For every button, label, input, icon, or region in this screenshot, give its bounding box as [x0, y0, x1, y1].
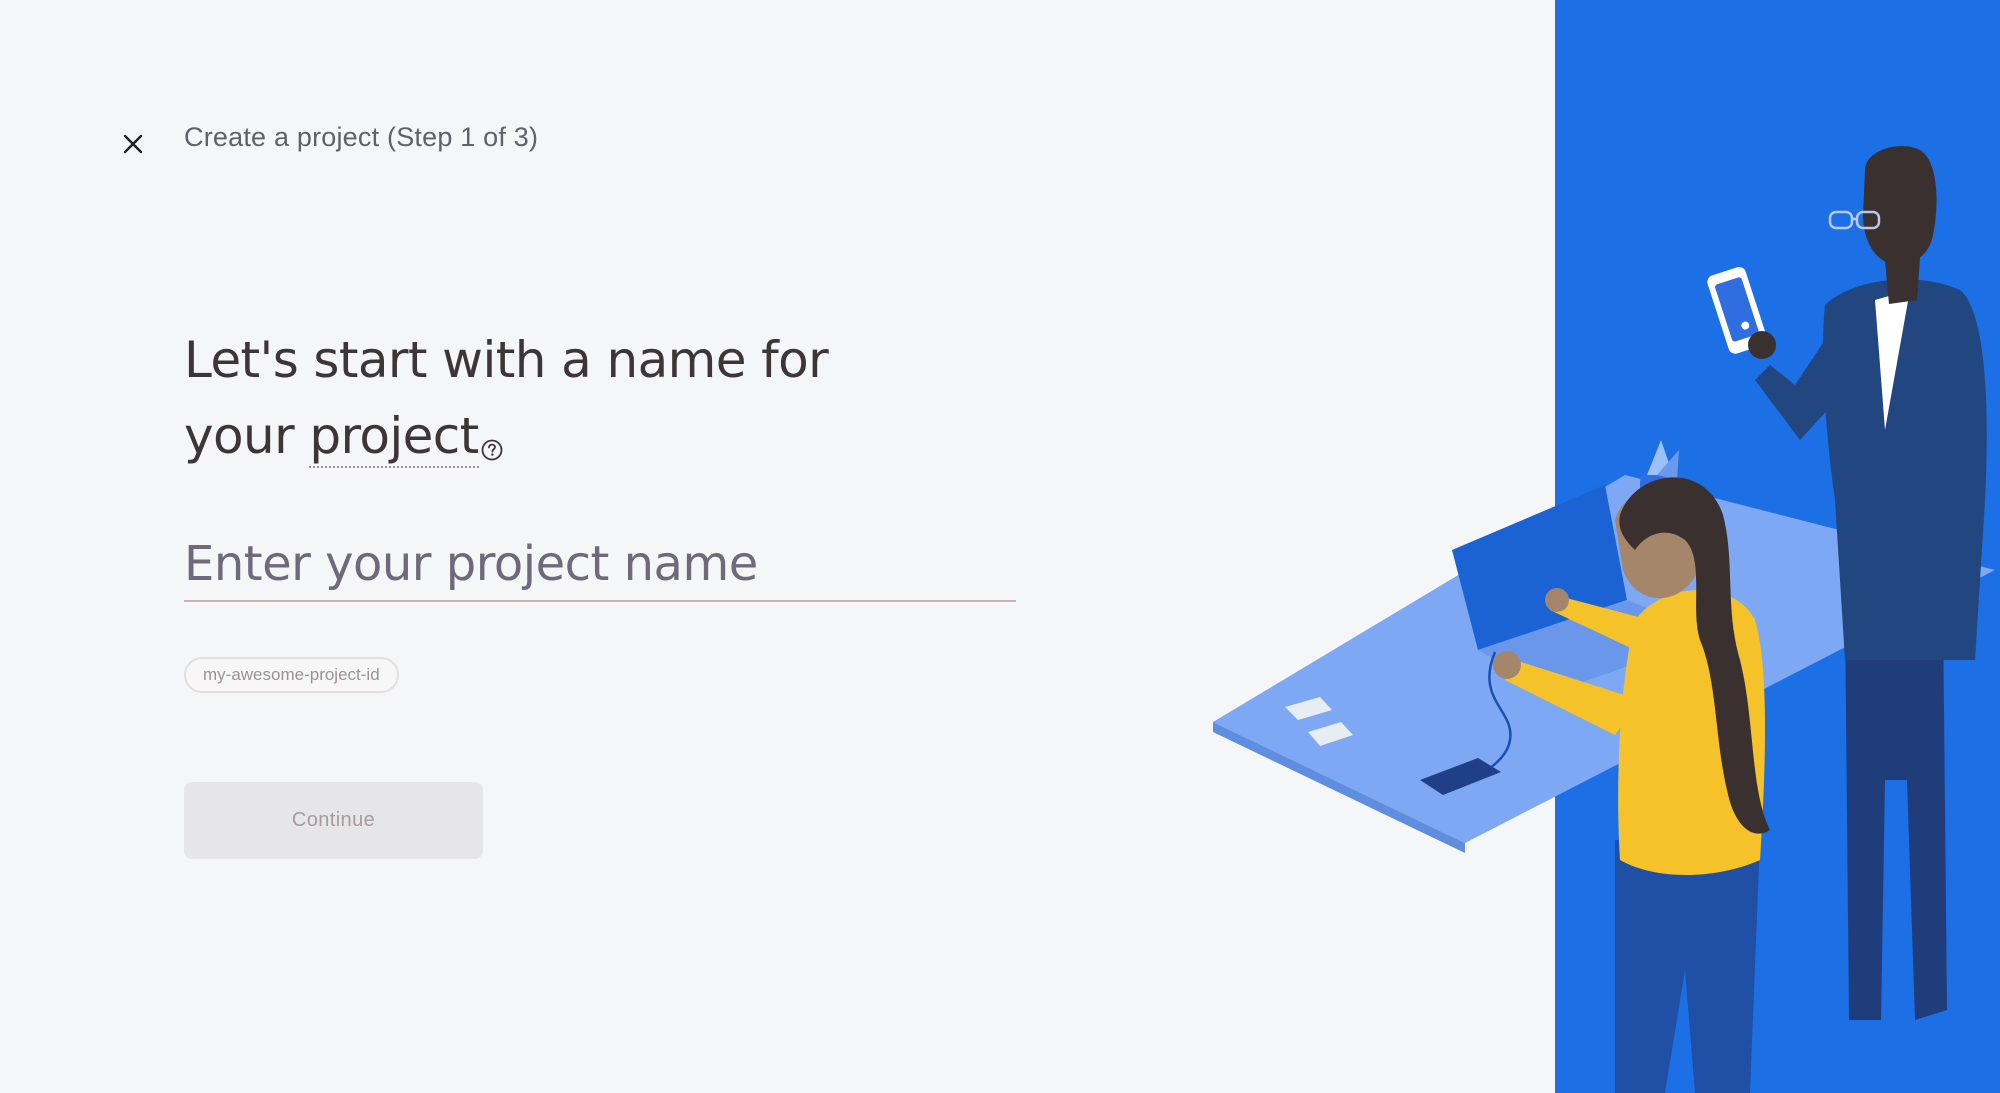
close-icon [123, 134, 143, 154]
create-project-page: Create a project (Step 1 of 3) Let's sta… [0, 0, 2000, 1093]
close-button[interactable] [113, 124, 153, 164]
step-title: Create a project (Step 1 of 3) [184, 122, 539, 152]
page-heading: Let's start with a name for your project [184, 322, 904, 482]
help-circle-icon [481, 439, 503, 461]
heading-line-2-prefix: your [184, 407, 310, 465]
man-torso [1823, 279, 1987, 660]
project-name-input[interactable] [184, 528, 1016, 602]
man-legs [1845, 610, 1947, 1020]
man-neck [1885, 258, 1920, 304]
heading-line-1: Let's start with a name for [184, 331, 829, 389]
continue-button[interactable]: Continue [184, 782, 483, 859]
people-at-desk-illustration [1213, 146, 1995, 1093]
project-id-chip[interactable]: my-awesome-project-id [184, 657, 399, 693]
help-button[interactable] [481, 406, 503, 482]
project-term-link[interactable]: project [309, 407, 479, 468]
man-head [1863, 146, 1937, 265]
woman-legs [1615, 840, 1760, 1093]
